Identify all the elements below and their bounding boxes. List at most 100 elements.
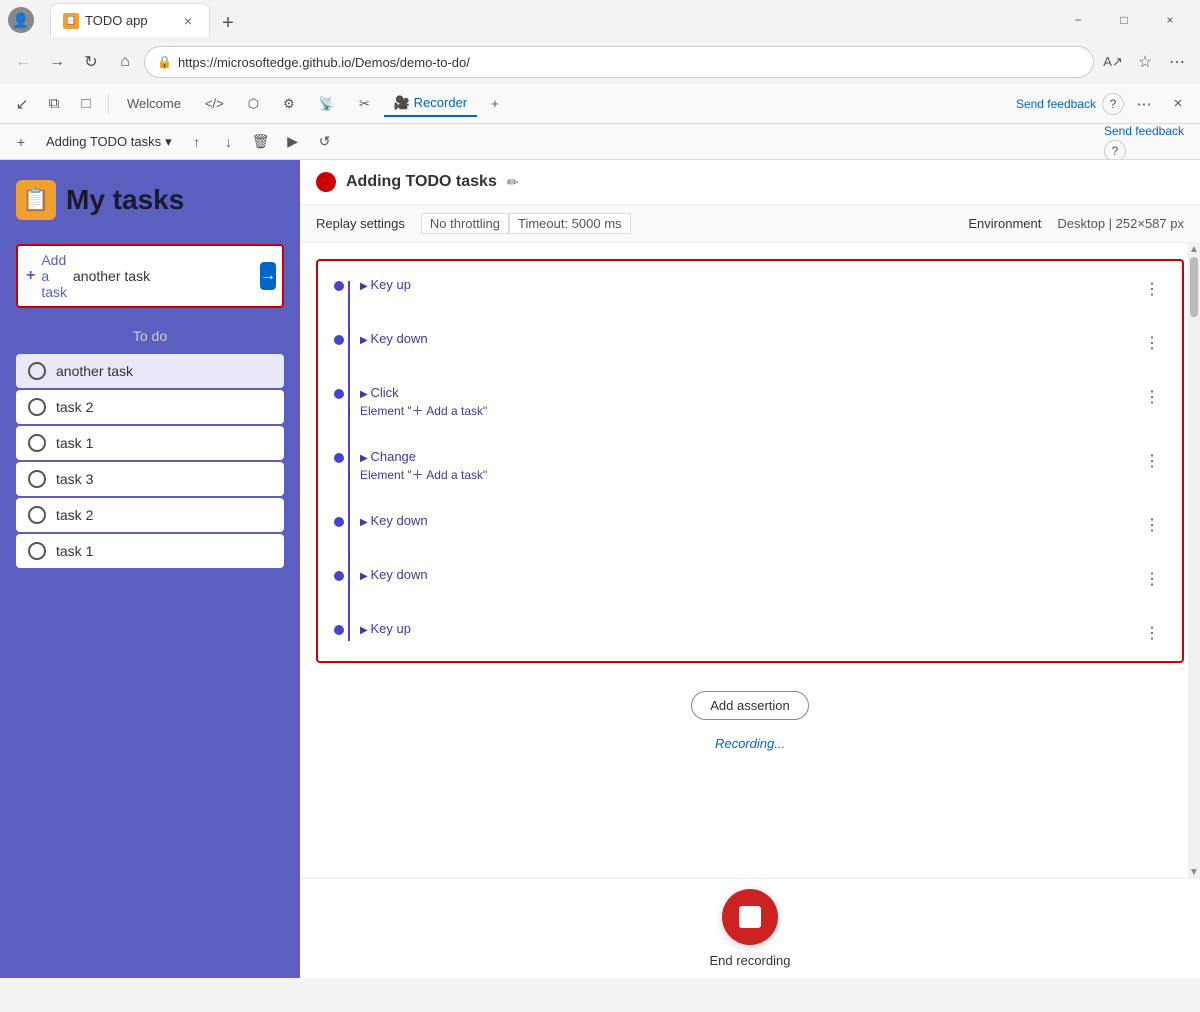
close-button[interactable]: × [1148, 5, 1192, 35]
timeout-setting[interactable]: Timeout: 5000 ms [509, 213, 631, 234]
step-item: Change Element "＋ Add a task" ⋮ [334, 449, 1166, 483]
device-emulation-button[interactable]: ⧉ [40, 90, 68, 118]
step-title[interactable]: Key down [360, 513, 1138, 528]
task-checkbox[interactable] [28, 542, 46, 560]
new-tab-button[interactable]: + [214, 9, 242, 37]
list-item[interactable]: task 2 [16, 498, 284, 532]
delete-step-button[interactable]: 🗑 [248, 129, 274, 155]
add-task-submit-button[interactable]: → [260, 262, 276, 290]
task-checkbox[interactable] [28, 434, 46, 452]
step-title[interactable]: Click [360, 385, 1138, 400]
step-content: Click Element "＋ Add a task" [360, 385, 1138, 419]
task-text: another task [56, 363, 133, 379]
devtools-close-button[interactable]: × [1164, 90, 1192, 118]
step-menu-button[interactable]: ⋮ [1138, 567, 1166, 591]
step-title[interactable]: Key up [360, 621, 1138, 636]
replay-button[interactable]: ↺ [312, 129, 338, 155]
list-item[interactable]: task 2 [16, 390, 284, 424]
help-button2[interactable]: ? [1104, 140, 1126, 162]
task-checkbox[interactable] [28, 470, 46, 488]
edit-icon[interactable]: ✏ [507, 174, 519, 191]
recording-dot [316, 172, 336, 192]
task-text: task 1 [56, 543, 93, 559]
end-recording-button[interactable] [722, 889, 778, 945]
refresh-button[interactable]: ↻ [76, 47, 106, 77]
step-title[interactable]: Key up [360, 277, 1138, 292]
scroll-down-arrow[interactable]: ▼ [1190, 868, 1198, 876]
tab-sources[interactable]: </> [195, 92, 234, 115]
step-dot [334, 281, 344, 291]
send-feedback-link[interactable]: Send feedback [1016, 97, 1096, 111]
tab-settings2[interactable]: ⚙ [273, 92, 305, 116]
screencast-button[interactable]: □ [72, 90, 100, 118]
replay-settings-label: Replay settings [316, 216, 405, 231]
tab-recorder[interactable]: 🎥 Recorder [384, 91, 477, 117]
recording-dropdown[interactable]: Adding TODO tasks ▾ [40, 132, 178, 152]
play-button[interactable]: ▶ [280, 129, 306, 155]
app-icon: 📋 [16, 180, 56, 220]
step-menu-button[interactable]: ⋮ [1138, 513, 1166, 537]
tab-welcome[interactable]: Welcome [117, 92, 191, 115]
devtools-more-button[interactable]: ⋯ [1130, 90, 1158, 118]
step-menu-button[interactable]: ⋮ [1138, 449, 1166, 473]
list-item[interactable]: task 1 [16, 534, 284, 568]
add-task-plus-icon: + [26, 267, 35, 285]
list-item[interactable]: another task [16, 354, 284, 388]
scrollbar-thumb[interactable] [1190, 257, 1198, 317]
task-checkbox[interactable] [28, 398, 46, 416]
step-title[interactable]: Change [360, 449, 1138, 464]
step-dot [334, 335, 344, 345]
list-item[interactable]: task 3 [16, 462, 284, 496]
step-menu-button[interactable]: ⋮ [1138, 331, 1166, 355]
add-assertion-button[interactable]: Add assertion [691, 691, 809, 720]
step-subtitle: Element "＋ Add a task" [360, 466, 1138, 483]
step-title[interactable]: Key down [360, 567, 1138, 582]
step-menu-button[interactable]: ⋮ [1138, 277, 1166, 301]
tab-title: TODO app [85, 13, 148, 28]
tab-network[interactable]: 📡 [309, 92, 345, 116]
stop-icon [739, 906, 761, 928]
step-item: Key down ⋮ [334, 331, 1166, 355]
step-content: Key up [360, 277, 1138, 292]
home-button[interactable]: ⌂ [110, 47, 140, 77]
scrollbar[interactable]: ▲ ▼ [1188, 243, 1200, 878]
task-checkbox[interactable] [28, 506, 46, 524]
user-icon: 👤 [8, 7, 34, 33]
list-item[interactable]: task 1 [16, 426, 284, 460]
add-task-row[interactable]: + Add a task → [16, 244, 284, 308]
back-button[interactable]: ← [8, 47, 38, 77]
address-bar[interactable]: 🔒 https://microsoftedge.github.io/Demos/… [144, 46, 1094, 78]
task-checkbox[interactable] [28, 362, 46, 380]
step-item: Key down ⋮ [334, 513, 1166, 537]
more-button[interactable]: ⋯ [1162, 47, 1192, 77]
step-menu-button[interactable]: ⋮ [1138, 385, 1166, 409]
url-text: https://microsoftedge.github.io/Demos/de… [178, 55, 470, 70]
read-aloud-button[interactable]: A↗ [1098, 47, 1128, 77]
add-task-input[interactable] [73, 268, 254, 284]
task-list: another task task 2 task 1 task 3 task 2… [16, 354, 284, 568]
forward-button[interactable]: → [42, 47, 72, 77]
inspect-element-button[interactable]: ↙ [8, 90, 36, 118]
step-content: Key down [360, 567, 1138, 582]
add-step-button[interactable]: + [8, 129, 34, 155]
tab-add[interactable]: + [481, 92, 509, 115]
tab-elements[interactable]: ⬡ [238, 92, 269, 116]
scroll-up-arrow[interactable]: ▲ [1190, 245, 1198, 253]
steps-container: Key up ⋮ Key down ⋮ Click [316, 259, 1184, 663]
tab-close-button[interactable]: × [179, 12, 197, 30]
tab-performance[interactable]: ✂ [349, 92, 380, 116]
send-feedback-link2[interactable]: Send feedback [1104, 124, 1184, 138]
step-menu-button[interactable]: ⋮ [1138, 621, 1166, 645]
step-content: Key up [360, 621, 1138, 636]
help-button[interactable]: ? [1102, 93, 1124, 115]
minimize-button[interactable]: − [1056, 5, 1100, 35]
favorites-button[interactable]: ☆ [1130, 47, 1160, 77]
throttling-setting[interactable]: No throttling [421, 213, 509, 234]
step-item: Key down ⋮ [334, 567, 1166, 591]
step-up-button[interactable]: ↑ [184, 129, 210, 155]
step-down-button[interactable]: ↓ [216, 129, 242, 155]
step-title[interactable]: Key down [360, 331, 1138, 346]
toolbar-separator [108, 94, 109, 114]
maximize-button[interactable]: □ [1102, 5, 1146, 35]
browser-tab[interactable]: 📋 TODO app × [50, 3, 210, 37]
